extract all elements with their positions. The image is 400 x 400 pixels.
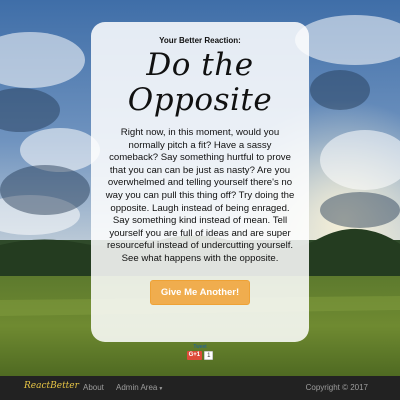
footer-navbar: ReactBetter About Admin Area▼ Copyright … xyxy=(0,376,400,400)
card-body: Right now, in this moment, would you nor… xyxy=(105,127,295,264)
gplus-count: 1 xyxy=(204,351,214,360)
headline-line-1: Do the xyxy=(146,47,254,83)
share-buttons: Tweet G+1 1 xyxy=(178,344,222,360)
reaction-card: Your Better Reaction: Do the Opposite Ri… xyxy=(91,22,309,342)
card-kicker: Your Better Reaction: xyxy=(159,36,241,45)
nav-about-link[interactable]: About xyxy=(83,383,104,392)
gplus-button[interactable]: G+1 xyxy=(186,351,203,360)
give-me-another-button[interactable]: Give Me Another! xyxy=(149,279,251,305)
caret-down-icon: ▼ xyxy=(158,386,164,392)
page: Your Better Reaction: Do the Opposite Ri… xyxy=(0,0,400,400)
gplus-widget: G+1 1 xyxy=(178,351,222,360)
copyright-text: Copyright © 2017 xyxy=(305,383,368,392)
nav-admin-label: Admin Area xyxy=(116,383,158,392)
nav-admin-dropdown[interactable]: Admin Area▼ xyxy=(116,383,163,392)
brand-logo[interactable]: ReactBetter xyxy=(24,381,79,391)
tweet-link[interactable]: Tweet xyxy=(178,344,222,350)
card-headline: Do the Opposite xyxy=(101,48,299,118)
headline-line-2: Opposite xyxy=(127,82,273,118)
